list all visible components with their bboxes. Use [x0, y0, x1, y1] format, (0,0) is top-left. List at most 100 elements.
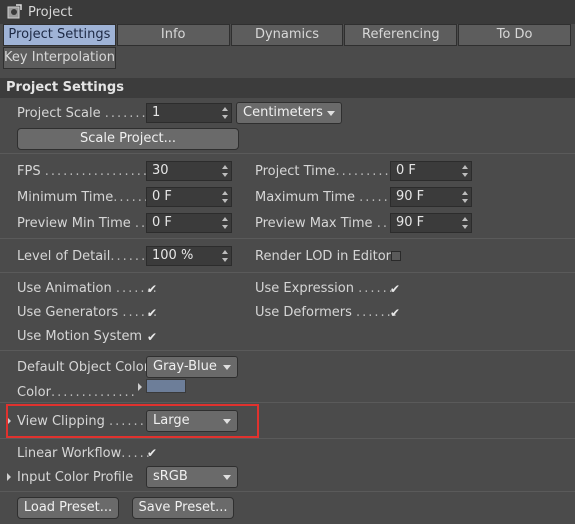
fps-value: 30 [152, 163, 169, 178]
load-preset-button[interactable]: Load Preset... [17, 497, 119, 519]
divider [0, 153, 575, 154]
use-animation-checkbox[interactable]: ✔ [146, 283, 158, 295]
maximum-time-input[interactable]: 90 F [390, 187, 472, 207]
input-color-profile-label: Input Color Profile [17, 470, 134, 485]
use-animation-label: Use Animation ....... [17, 281, 159, 296]
fps-text: FPS [17, 164, 41, 179]
use-expression-checkbox[interactable]: ✔ [389, 283, 401, 295]
level-of-detail-value: 100 % [152, 248, 194, 263]
linear-workflow-label: Linear Workflow..... [17, 446, 152, 461]
window-title: Project [28, 4, 73, 20]
maximum-time-label: Maximum Time ..... [255, 190, 390, 205]
use-motion-system-label: Use Motion System [17, 329, 143, 344]
fps-label: FPS ................... [17, 164, 161, 179]
spinner-arrows-icon[interactable] [462, 191, 468, 203]
use-generators-label: Use Generators ...... [17, 305, 159, 320]
tab-bar: Project Settings Info Dynamics Referenci… [3, 24, 572, 70]
tab-referencing[interactable]: Referencing [344, 24, 458, 46]
unit-dropdown[interactable]: Centimeters [236, 102, 342, 124]
project-scale-input[interactable]: 1 [146, 103, 232, 123]
divider [0, 238, 575, 239]
color-label: Color.............. [17, 385, 137, 400]
spinner-arrows-icon[interactable] [222, 217, 228, 229]
use-expression-label: Use Expression ...... [255, 281, 395, 296]
preview-max-time-text: Preview Max Time [255, 216, 373, 231]
chevron-down-icon [223, 475, 231, 480]
color-text: Color [17, 385, 51, 400]
tab-key-interpolation[interactable]: Key Interpolation [3, 47, 116, 69]
divider [0, 402, 575, 403]
section-header: Project Settings [0, 78, 575, 98]
tab-to-do[interactable]: To Do [458, 24, 571, 46]
color-swatch[interactable] [146, 379, 186, 393]
color-profile-dropdown[interactable]: sRGB [146, 466, 238, 488]
level-of-detail-input[interactable]: 100 % [146, 246, 232, 266]
label-dots: .............. [50, 385, 137, 400]
project-scale-text: Project Scale [17, 106, 101, 121]
spinner-arrows-icon[interactable] [222, 250, 228, 262]
linear-workflow-checkbox[interactable]: ✔ [146, 447, 158, 459]
label-dots: ...... [113, 190, 150, 205]
expand-arrow-icon[interactable] [138, 383, 142, 391]
project-time-input[interactable]: 0 F [390, 161, 472, 181]
project-time-value: 0 F [396, 163, 416, 178]
divider [0, 272, 575, 273]
use-deformers-text: Use Deformers [255, 305, 352, 320]
preview-min-time-label: Preview Min Time .. [17, 216, 147, 231]
preview-max-time-value: 90 F [396, 215, 425, 230]
label-dots: .......... [335, 164, 397, 179]
divider [0, 350, 575, 351]
spinner-arrows-icon[interactable] [462, 165, 468, 177]
tab-dynamics[interactable]: Dynamics [230, 24, 344, 46]
level-of-detail-label: Level of Detail....... [17, 249, 153, 264]
project-scale-label: Project Scale ........ [17, 106, 154, 121]
use-animation-text: Use Animation [17, 281, 112, 296]
minimum-time-text: Minimum Time [17, 190, 114, 205]
spinner-arrows-icon[interactable] [222, 165, 228, 177]
preview-min-time-input[interactable]: 0 F [146, 213, 232, 233]
minimum-time-label: Minimum Time...... [17, 190, 150, 205]
divider [0, 438, 575, 439]
highlight-box [6, 404, 259, 438]
unit-value: Centimeters [243, 105, 323, 120]
default-object-color-label: Default Object Color [17, 360, 150, 375]
object-color-value: Gray-Blue [153, 359, 217, 374]
use-generators-checkbox[interactable]: ✔ [146, 307, 158, 319]
project-time-label: Project Time.......... [255, 164, 397, 179]
preview-min-time-value: 0 F [152, 215, 172, 230]
divider [0, 491, 575, 492]
color-profile-value: sRGB [153, 469, 188, 484]
tab-project-settings[interactable]: Project Settings [3, 24, 116, 46]
use-deformers-checkbox[interactable]: ✔ [389, 307, 401, 319]
fps-input[interactable]: 30 [146, 161, 232, 181]
scale-project-button[interactable]: Scale Project... [17, 128, 239, 150]
project-time-text: Project Time [255, 164, 336, 179]
save-preset-button[interactable]: Save Preset... [132, 497, 234, 519]
level-of-detail-text: Level of Detail [17, 249, 111, 264]
tab-info[interactable]: Info [116, 24, 230, 46]
label-dots: ..... [359, 190, 390, 205]
use-deformers-label: Use Deformers ....... [255, 305, 399, 320]
maximum-time-value: 90 F [396, 189, 425, 204]
render-lod-label: Render LOD in Editor [255, 249, 392, 264]
render-lod-checkbox[interactable] [391, 251, 401, 261]
maximum-time-text: Maximum Time [255, 190, 356, 205]
chevron-down-icon [223, 365, 231, 370]
project-scale-value: 1 [152, 105, 161, 120]
object-color-dropdown[interactable]: Gray-Blue [146, 356, 238, 378]
preview-min-time-text: Preview Min Time [17, 216, 131, 231]
use-motion-system-checkbox[interactable]: ✔ [146, 331, 158, 343]
minimum-time-value: 0 F [152, 189, 172, 204]
preview-max-time-input[interactable]: 90 F [390, 213, 472, 233]
spinner-arrows-icon[interactable] [222, 191, 228, 203]
spinner-arrows-icon[interactable] [462, 217, 468, 229]
linear-workflow-text: Linear Workflow [17, 446, 122, 461]
expand-arrow-icon[interactable] [7, 473, 11, 481]
preview-max-time-label: Preview Max Time ... [255, 216, 395, 231]
spinner-arrows-icon[interactable] [222, 107, 228, 119]
label-dots: ................... [44, 164, 162, 179]
project-gear-icon [7, 4, 22, 19]
use-generators-text: Use Generators [17, 305, 119, 320]
use-expression-text: Use Expression [255, 281, 354, 296]
minimum-time-input[interactable]: 0 F [146, 187, 232, 207]
